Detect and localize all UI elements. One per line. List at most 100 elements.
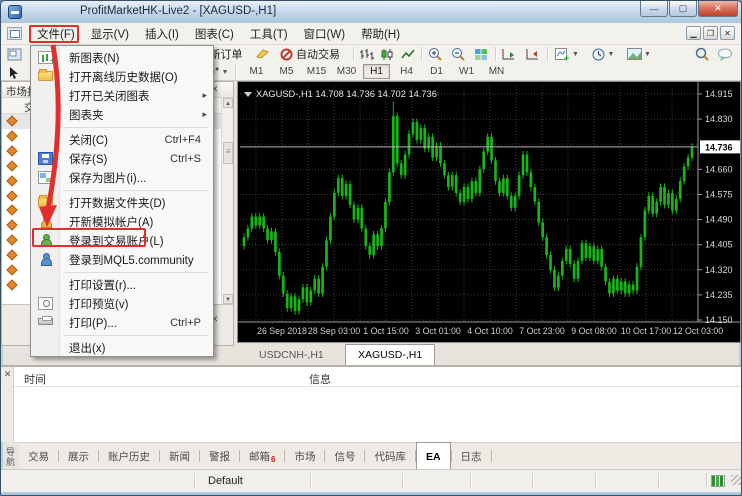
candlestick-mode-icon[interactable] bbox=[380, 46, 394, 62]
terminal-tab-交易[interactable]: 交易 bbox=[19, 443, 58, 469]
file-menu-item[interactable]: 保存(S)Ctrl+S bbox=[31, 149, 213, 168]
file-menu-item[interactable]: 图表夹▸ bbox=[31, 105, 213, 124]
scroll-down-icon[interactable]: ▼ bbox=[223, 294, 233, 304]
terminal-tab-邮箱[interactable]: 邮箱6 bbox=[240, 443, 284, 469]
chart-window[interactable]: 14.91514.83014.66014.57514.49014.40514.3… bbox=[237, 81, 741, 343]
periods-clock-icon[interactable]: ▼ bbox=[589, 46, 617, 62]
maximize-button[interactable]: ▢ bbox=[669, 1, 697, 17]
child-close-button[interactable]: ✕ bbox=[720, 26, 735, 40]
file-menu-item[interactable]: 开新模拟帐户(A) bbox=[31, 212, 213, 231]
file-menu-item[interactable]: 打开已关闭图表▸ bbox=[31, 86, 213, 105]
file-menu-item[interactable]: 新图表(N) bbox=[31, 48, 213, 67]
caret-down-icon[interactable]: ▼ bbox=[572, 51, 579, 58]
file-menu-item[interactable]: 退出(x) bbox=[31, 338, 213, 357]
market-watch-scrollbar[interactable]: ▲ ▼ bbox=[221, 98, 233, 304]
timeframe-M1[interactable]: M1 bbox=[243, 64, 270, 79]
zoom-out-icon[interactable] bbox=[451, 46, 466, 62]
chart-tab-bar: USDCNH-,H1 XAGUSD-,H1 bbox=[237, 343, 742, 365]
timeframe-H1[interactable]: H1 bbox=[363, 64, 390, 79]
terminal-tab-账户历史[interactable]: 账户历史 bbox=[99, 443, 159, 469]
timeframe-W1[interactable]: W1 bbox=[453, 64, 480, 79]
terminal-tab-警报[interactable]: 警报 bbox=[200, 443, 239, 469]
caret-down-icon[interactable]: ▼ bbox=[644, 51, 651, 58]
scroll-up-icon[interactable]: ▲ bbox=[223, 98, 233, 108]
chart-tab[interactable]: USDCNH-,H1 bbox=[247, 345, 336, 364]
timeframe-H4[interactable]: H4 bbox=[393, 64, 420, 79]
candlestick-chart[interactable]: 14.91514.83014.66014.57514.49014.40514.3… bbox=[238, 82, 740, 342]
line-chart-mode-icon[interactable] bbox=[401, 46, 416, 62]
terminal-tab-信号[interactable]: 信号 bbox=[325, 443, 364, 469]
menubar-item[interactable]: 图表(C) bbox=[187, 23, 242, 45]
new-window-icon[interactable] bbox=[7, 46, 22, 62]
terminal-panel: ✕ 时间 信息 bbox=[1, 365, 742, 442]
zoom-in-icon[interactable] bbox=[428, 46, 443, 62]
candle bbox=[553, 270, 556, 288]
minimize-button[interactable]: — bbox=[640, 1, 668, 17]
wand-icon[interactable] bbox=[254, 46, 270, 62]
menubar-item[interactable]: 帮助(H) bbox=[353, 23, 408, 45]
templates-icon[interactable]: ▼ bbox=[625, 46, 653, 62]
candle bbox=[581, 243, 584, 261]
add-indicator-icon[interactable]: + ▼ bbox=[553, 46, 581, 62]
column-time[interactable]: 时间 bbox=[24, 371, 46, 387]
arrange-charts-icon[interactable] bbox=[501, 46, 516, 62]
bar-chart-mode-icon[interactable] bbox=[359, 46, 374, 62]
caret-down-icon[interactable]: ▼ bbox=[608, 51, 615, 58]
file-menu-item[interactable]: 打印(P)...Ctrl+P bbox=[31, 313, 213, 332]
caret-down-icon[interactable]: ▼ bbox=[222, 69, 229, 76]
close-button[interactable]: ✕ bbox=[698, 1, 738, 17]
chat-icon[interactable] bbox=[717, 46, 733, 62]
child-window-icon[interactable] bbox=[7, 27, 22, 40]
file-menu-item[interactable]: 打印预览(v) bbox=[31, 294, 213, 313]
title-bar[interactable]: ProfitMarketHK-Live2 - [XAGUSD-,H1] — ▢ … bbox=[1, 1, 742, 23]
auto-trading-button[interactable]: 自动交易 bbox=[273, 46, 347, 62]
candle bbox=[530, 172, 533, 187]
chart-tab[interactable]: XAGUSD-,H1 bbox=[345, 344, 435, 365]
tile-windows-icon[interactable] bbox=[474, 46, 488, 62]
candle bbox=[412, 122, 415, 134]
candle bbox=[494, 160, 497, 181]
mail-badge: 6 bbox=[271, 455, 275, 464]
symbol-diamond-icon bbox=[6, 175, 17, 186]
file-menu-dropdown: 新图表(N)打开离线历史数据(O)打开已关闭图表▸图表夹▸ 关闭(C)Ctrl+F… bbox=[30, 45, 214, 357]
menubar-item[interactable]: 显示(V) bbox=[83, 23, 137, 45]
terminal-tab-新闻[interactable]: 新闻 bbox=[160, 443, 199, 469]
menu-item-label: 登录到交易账户(L) bbox=[69, 233, 164, 249]
timeframe-M15[interactable]: M15 bbox=[303, 64, 330, 79]
file-menu-item[interactable]: 登录到交易账户(L) bbox=[31, 231, 213, 250]
candle bbox=[490, 137, 493, 161]
terminal-grip[interactable]: ✕ bbox=[1, 367, 14, 442]
timeframe-M5[interactable]: M5 bbox=[273, 64, 300, 79]
file-menu-item[interactable]: 关闭(C)Ctrl+F4 bbox=[31, 130, 213, 149]
menubar-item[interactable]: 工具(T) bbox=[242, 23, 296, 45]
column-message[interactable]: 信息 bbox=[309, 371, 331, 387]
timeframe-M30[interactable]: M30 bbox=[333, 64, 360, 79]
timeframe-D1[interactable]: D1 bbox=[423, 64, 450, 79]
menubar-item[interactable]: 窗口(W) bbox=[296, 23, 354, 45]
terminal-tab-代码库[interactable]: 代码库 bbox=[365, 443, 415, 469]
timeframe-MN[interactable]: MN bbox=[483, 64, 510, 79]
navigator-vertical-tab[interactable]: 导航 bbox=[2, 444, 17, 470]
terminal-tab-市场[interactable]: 市场 bbox=[285, 443, 324, 469]
close-icon[interactable]: ✕ bbox=[3, 370, 12, 379]
child-restore-button[interactable]: ❐ bbox=[703, 26, 718, 40]
statusbar-divider bbox=[595, 473, 596, 489]
file-menu-item[interactable]: 登录到MQL5.community bbox=[31, 250, 213, 269]
menu-item-label: 打印设置(r)... bbox=[69, 277, 136, 293]
resize-grip[interactable] bbox=[731, 475, 741, 485]
file-menu-item[interactable]: 打开离线历史数据(O) bbox=[31, 67, 213, 86]
candle bbox=[588, 246, 591, 258]
child-minimize-button[interactable]: ▁ bbox=[686, 26, 701, 40]
scroll-thumb[interactable] bbox=[223, 142, 233, 164]
search-icon[interactable] bbox=[695, 46, 710, 62]
cursor-icon[interactable] bbox=[9, 64, 20, 80]
file-menu-item[interactable]: 打印设置(r)... bbox=[31, 275, 213, 294]
arrange-charts-alt-icon[interactable] bbox=[525, 46, 540, 62]
file-menu-item[interactable]: 打开数据文件夹(D) bbox=[31, 193, 213, 212]
terminal-tab-EA[interactable]: EA bbox=[416, 442, 451, 469]
terminal-tab-日志[interactable]: 日志 bbox=[452, 443, 491, 469]
menubar-item[interactable]: 插入(I) bbox=[137, 23, 187, 45]
terminal-tab-展示[interactable]: 展示 bbox=[59, 443, 98, 469]
file-menu-item[interactable]: 保存为图片(i)... bbox=[31, 168, 213, 187]
menubar-item[interactable]: 文件(F) bbox=[29, 23, 83, 45]
